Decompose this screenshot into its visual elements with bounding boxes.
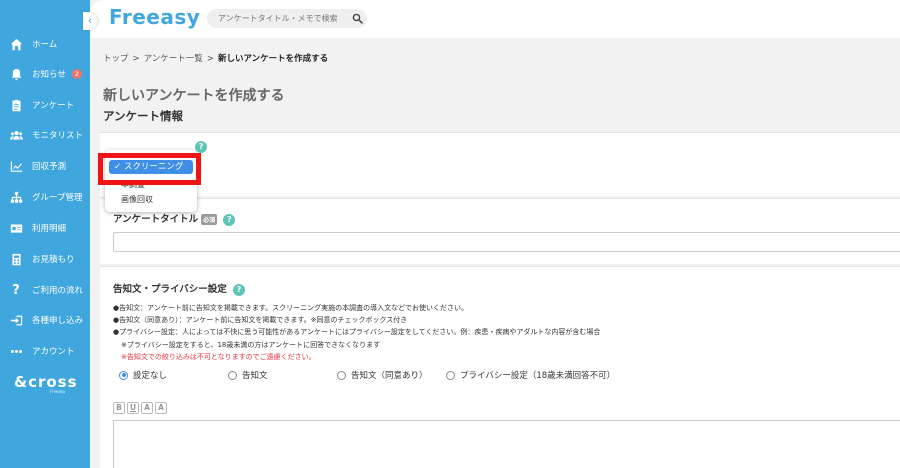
chart-icon — [9, 159, 23, 173]
clear-format-button[interactable]: A — [155, 402, 167, 414]
breadcrumb-separator: > — [132, 54, 140, 64]
search-input[interactable] — [207, 9, 367, 28]
sidebar-item-label: アンケート — [32, 101, 75, 111]
survey-title-card: アンケートタイトル 必須 ? — [100, 198, 900, 264]
survey-title-label-text: アンケートタイトル — [113, 214, 199, 225]
help-icon[interactable]: ? — [223, 213, 236, 226]
sidebar-item-billing[interactable]: 利用明細 — [0, 216, 90, 240]
sidebar-item-survey[interactable]: アンケート — [0, 93, 90, 117]
help-icon[interactable]: ? — [233, 283, 246, 296]
sidebar-item-group[interactable]: グループ管理 — [0, 185, 90, 209]
radio-button[interactable] — [446, 370, 455, 380]
header: Freeasy — [90, 0, 900, 38]
cross-logo: &cross — [14, 373, 78, 391]
breadcrumb: トップ > アンケート一覧 > 新しいアンケートを作成する — [103, 52, 328, 64]
radio-label: 告知文（同意あり） — [351, 371, 428, 381]
bold-button[interactable]: B — [113, 402, 125, 414]
radio-privacy[interactable]: プライバシー設定（18歳未満回答不可） — [446, 369, 615, 381]
privacy-card: 告知文・プライバシー設定 ? ●告知文：アンケート前に告知文を掲載できます。スク… — [100, 266, 900, 468]
sidebar-item-label: お知らせ — [32, 70, 66, 80]
sidebar-item-label: モニタリスト — [32, 131, 84, 141]
sidebar-item-label: ホーム — [32, 40, 58, 50]
privacy-line: ●告知文：アンケート前に告知文を掲載できます。スクリーニング実施の本調査の導入文… — [113, 304, 468, 312]
sidebar-item-label: ご利用の流れ — [32, 286, 84, 296]
privacy-label-text: 告知文・プライバシー設定 — [113, 284, 227, 295]
radio-button[interactable] — [228, 370, 237, 380]
sidebar-item-monitor-list[interactable]: モニタリスト — [0, 123, 90, 147]
freeasy-logo[interactable]: Freeasy — [109, 5, 200, 29]
required-badge: 必須 — [201, 214, 218, 225]
users-icon — [9, 128, 23, 142]
home-icon — [9, 37, 23, 51]
sidebar-item-account[interactable]: アカウント — [0, 339, 90, 363]
sidebar-item-label: グループ管理 — [32, 193, 83, 203]
sidebar-item-estimate[interactable]: お見積もり — [0, 247, 90, 271]
survey-title-input[interactable] — [113, 232, 900, 252]
sidebar: ホーム お知らせ 2 アンケート モニタリスト 回収予測 グループ管理 利用明細… — [0, 0, 90, 468]
cross-logo-subtext: Freeasy — [50, 389, 66, 394]
breadcrumb-current: 新しいアンケートを作成する — [217, 54, 329, 64]
sidebar-item-applications[interactable]: 各種申し込み — [0, 308, 90, 332]
id-card-icon — [9, 221, 23, 235]
sidebar-item-forecast[interactable]: 回収予測 — [0, 154, 90, 178]
calculator-icon — [9, 252, 23, 266]
notification-badge: 2 — [71, 69, 82, 79]
survey-title-label: アンケートタイトル 必須 ? — [113, 211, 236, 226]
section-title: アンケート情報 — [103, 109, 184, 123]
radio-notice[interactable]: 告知文 — [228, 369, 268, 381]
radio-label: プライバシー設定（18歳未満回答不可） — [460, 371, 616, 381]
sidebar-item-news[interactable]: お知らせ 2 — [0, 62, 90, 86]
editor-toolbar: B U A A — [113, 402, 167, 414]
main-content: Freeasy トップ>アンケート一覧>新しいアンケートを作成する 新しいアンケ… — [90, 0, 900, 468]
page-title: 新しいアンケートを作成する — [103, 88, 285, 104]
sidebar-item-label: お見積もり — [32, 255, 75, 265]
radio-none[interactable]: 設定なし — [119, 369, 167, 381]
radio-label: 設定なし — [133, 371, 168, 381]
radio-button[interactable] — [337, 370, 346, 380]
survey-type-card — [100, 132, 900, 196]
sign-in-icon — [9, 313, 23, 327]
font-color-button[interactable]: A — [141, 402, 153, 414]
privacy-line: ●告知文（同意あり）：アンケート前に告知文を掲載できます。※同意のチェックボック… — [113, 316, 408, 325]
radio-button[interactable] — [119, 370, 128, 380]
sidebar-item-label: 各種申し込み — [32, 316, 84, 326]
underline-button[interactable]: U — [127, 402, 139, 414]
sidebar-item-label: 利用明細 — [32, 224, 67, 234]
more-icon — [9, 344, 23, 358]
sidebar-item-label: アカウント — [32, 347, 75, 357]
breadcrumb-separator: > — [206, 54, 214, 64]
highlight-box — [98, 153, 201, 185]
sidebar-item-guide[interactable]: ? ご利用の流れ — [0, 278, 90, 302]
bell-icon — [9, 67, 23, 81]
clipboard-icon — [9, 98, 23, 112]
radio-notice-consent[interactable]: 告知文（同意あり） — [337, 369, 428, 381]
breadcrumb-survey-list-link[interactable]: アンケート一覧 — [144, 54, 203, 64]
privacy-line: ●プライバシー設定：人によっては不快に思う可能性があるアンケートにはプライバシー… — [113, 328, 601, 337]
search-icon[interactable] — [352, 13, 363, 24]
radio-label: 告知文 — [242, 371, 268, 381]
sidebar-item-home[interactable]: ホーム — [0, 32, 90, 56]
dropdown-option[interactable]: 画像回収 — [121, 194, 153, 205]
privacy-description: ●告知文：アンケート前に告知文を掲載できます。スクリーニング実施の本調査の導入文… — [113, 302, 600, 363]
notice-editor[interactable] — [113, 420, 900, 468]
privacy-label: 告知文・プライバシー設定 ? — [113, 281, 246, 296]
sidebar-item-label: 回収予測 — [32, 162, 67, 172]
breadcrumb-top-link[interactable]: トップ — [103, 54, 129, 64]
sitemap-icon — [9, 190, 23, 204]
help-icon[interactable]: ? — [195, 141, 207, 153]
question-icon: ? — [12, 282, 20, 298]
privacy-warning: ※告知文での絞り込みは不可となりますのでご遠慮ください。 — [121, 352, 316, 361]
privacy-line: ※プライバシー設定をすると、18歳未満の方はアンケートに回答できなくなります — [121, 340, 381, 349]
